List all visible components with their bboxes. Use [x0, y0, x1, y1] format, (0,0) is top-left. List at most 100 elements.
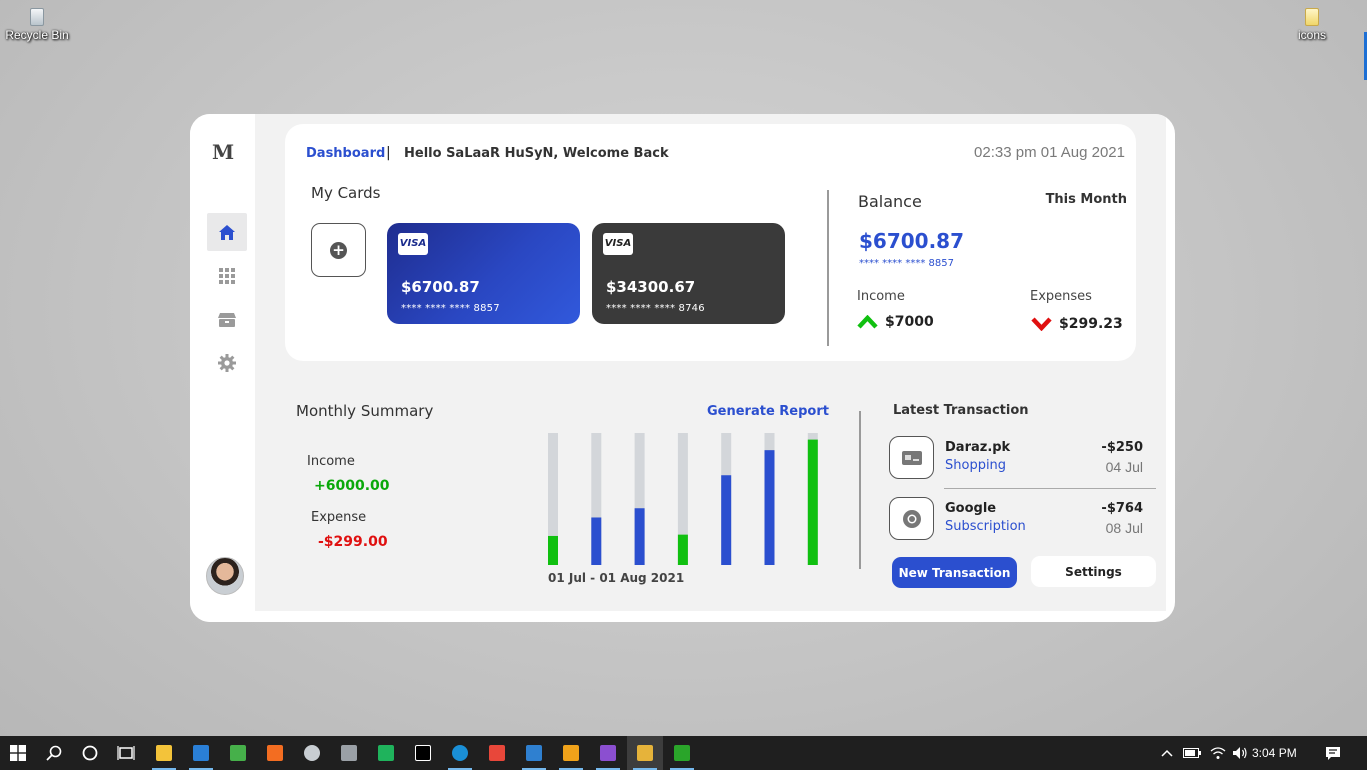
- taskbar-app-app-c[interactable]: [479, 736, 515, 770]
- gear-icon: [218, 354, 236, 372]
- chart-bar: [634, 508, 645, 565]
- desktop-icon-icons-folder[interactable]: icons: [1277, 8, 1347, 42]
- new-transaction-button[interactable]: New Transaction: [892, 557, 1017, 588]
- taskbar-app-file-explorer[interactable]: [146, 736, 182, 770]
- card-number: **** **** **** 8857: [401, 303, 500, 314]
- chart-bar: [807, 439, 818, 565]
- chevron-up-icon: [1161, 749, 1173, 757]
- transaction-category: Subscription: [945, 519, 1026, 534]
- volume-control[interactable]: [1229, 736, 1251, 770]
- sidebar: M: [190, 114, 255, 622]
- desktop-icon-label: icons: [1297, 28, 1326, 42]
- sidebar-item-apps[interactable]: [207, 257, 247, 295]
- battery-icon: [1183, 748, 1201, 758]
- taskbar-app-paint[interactable]: [220, 736, 256, 770]
- plus-circle-icon: +: [330, 241, 347, 259]
- taskbar-app-compass[interactable]: [553, 736, 589, 770]
- generate-report-link[interactable]: Generate Report: [707, 404, 829, 419]
- visual-studio-icon: [600, 745, 616, 761]
- transaction-name: Google: [945, 501, 997, 516]
- visa-logo: VISA: [398, 233, 428, 255]
- paint-icon: [230, 745, 246, 761]
- desktop-icon-recycle-bin[interactable]: Recycle Bin: [2, 8, 72, 42]
- income-value-row: $7000: [857, 314, 934, 330]
- taskbar-app-phpstorm[interactable]: [405, 736, 441, 770]
- chart-bar: [548, 535, 558, 565]
- arrow-down-icon: [1031, 317, 1052, 331]
- balance-title: Balance: [858, 192, 922, 211]
- photos-icon: [526, 745, 542, 761]
- transaction-icon-box: [889, 436, 934, 479]
- battery-status[interactable]: [1181, 736, 1203, 770]
- sidebar-item-home[interactable]: [207, 213, 247, 251]
- task-view-icon: [117, 746, 135, 760]
- taskbar-app-mail[interactable]: [183, 736, 219, 770]
- breadcrumb-separator: |: [386, 145, 391, 161]
- taskbar-clock[interactable]: 3:04 PM: [1252, 746, 1297, 760]
- home-icon: [219, 224, 235, 240]
- taskbar-search-button[interactable]: [36, 736, 72, 770]
- transaction-row[interactable]: Daraz.pk Shopping -$250 04 Jul: [889, 436, 1157, 480]
- wifi-icon: [1210, 747, 1226, 759]
- card-balance: $34300.67: [606, 278, 696, 296]
- taskbar-app-photos[interactable]: [516, 736, 552, 770]
- current-datetime: 02:33 pm 01 Aug 2021: [974, 144, 1125, 161]
- user-avatar[interactable]: [206, 557, 244, 595]
- taskbar-app-browser[interactable]: [294, 736, 330, 770]
- main-content: Dashboard | Hello SaLaaR HuSyN, Welcome …: [255, 114, 1166, 611]
- taskbar-app-visual-studio[interactable]: [590, 736, 626, 770]
- income-label: Income: [857, 289, 905, 304]
- visa-card-secondary[interactable]: VISA $34300.67 **** **** **** 8746: [592, 223, 785, 324]
- notification-icon: [1326, 746, 1340, 760]
- phpstorm-icon: [415, 745, 431, 761]
- code-editor-icon: [674, 745, 690, 761]
- cortana-button[interactable]: [72, 736, 108, 770]
- desktop-icon-label: Recycle Bin: [5, 28, 69, 42]
- taskbar-app-database[interactable]: [331, 736, 367, 770]
- balance-amount: $6700.87: [859, 229, 965, 253]
- visa-card-primary[interactable]: VISA $6700.87 **** **** **** 8857: [387, 223, 580, 324]
- summary-income-label: Income: [307, 454, 355, 469]
- cortana-icon: [82, 745, 98, 761]
- sidebar-item-archive[interactable]: [207, 301, 247, 339]
- card-number: **** **** **** 8746: [606, 303, 705, 314]
- dashboard-window: M Dashboard | Hello SaLaaR HuSyN, Welcom…: [190, 114, 1175, 622]
- taskbar: 3:04 PM: [0, 736, 1367, 770]
- add-card-button[interactable]: +: [311, 223, 366, 277]
- chart-bar: [721, 475, 732, 565]
- expenses-value-row: $299.23: [1031, 316, 1123, 332]
- show-hidden-icons[interactable]: [1158, 736, 1176, 770]
- transaction-icon-box: [889, 497, 934, 540]
- recycle-bin-icon: [30, 8, 44, 26]
- settings-button[interactable]: Settings: [1031, 556, 1156, 587]
- period-selector[interactable]: This Month: [1046, 192, 1127, 207]
- network-status[interactable]: [1207, 736, 1229, 770]
- balance-card-number: **** **** **** 8857: [859, 258, 954, 269]
- task-view-button[interactable]: [108, 736, 144, 770]
- taskbar-app-sheets[interactable]: [368, 736, 404, 770]
- transaction-separator: [944, 488, 1156, 489]
- action-center-button[interactable]: [1320, 736, 1346, 770]
- breadcrumb-dashboard[interactable]: Dashboard: [306, 146, 385, 161]
- sidebar-item-settings[interactable]: [207, 344, 247, 382]
- monthly-bar-chart: [548, 433, 818, 565]
- transaction-name: Daraz.pk: [945, 440, 1011, 455]
- start-button[interactable]: [0, 736, 36, 770]
- transaction-amount: -$764: [1101, 501, 1143, 516]
- taskbar-app-code-editor[interactable]: [664, 736, 700, 770]
- my-cards-title: My Cards: [311, 184, 381, 202]
- card-balance: $6700.87: [401, 278, 480, 296]
- app-c-icon: [489, 745, 505, 761]
- transaction-row[interactable]: Google Subscription -$764 08 Jul: [889, 497, 1157, 541]
- taskbar-app-figma[interactable]: [627, 736, 663, 770]
- mail-icon: [193, 745, 209, 761]
- taskbar-app-edge[interactable]: [442, 736, 478, 770]
- file-explorer-icon: [156, 745, 172, 761]
- edge-icon: [452, 745, 468, 761]
- database-icon: [341, 745, 357, 761]
- chrome-icon: [902, 509, 921, 528]
- taskbar-app-xampp[interactable]: [257, 736, 293, 770]
- chart-bar: [591, 517, 602, 565]
- browser-icon: [304, 745, 320, 761]
- chart-date-range: 01 Jul - 01 Aug 2021: [548, 571, 685, 585]
